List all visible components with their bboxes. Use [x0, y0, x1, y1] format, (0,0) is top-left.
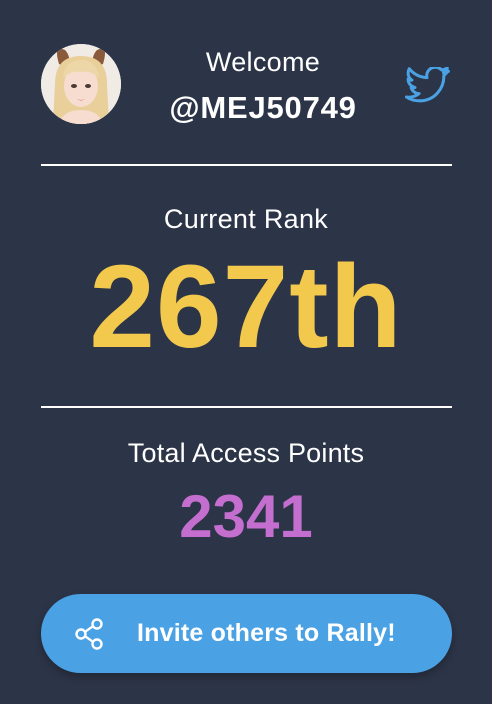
invite-button[interactable]: Invite others to Rally! — [41, 594, 452, 673]
divider-bottom — [41, 406, 452, 408]
share-icon — [75, 618, 105, 650]
divider-top — [41, 164, 452, 166]
profile-header: Welcome @MEJ50749 — [0, 0, 492, 165]
rank-card: Welcome @MEJ50749 Current Rank 267th Tot… — [0, 0, 492, 704]
points-value: 2341 — [179, 483, 313, 550]
points-label: Total Access Points — [127, 438, 365, 468]
invite-label: Invite others to Rally! — [137, 619, 396, 647]
rank-value: 267th — [89, 241, 403, 373]
twitter-icon[interactable] — [404, 65, 451, 105]
rank-label: Current Rank — [163, 204, 329, 234]
